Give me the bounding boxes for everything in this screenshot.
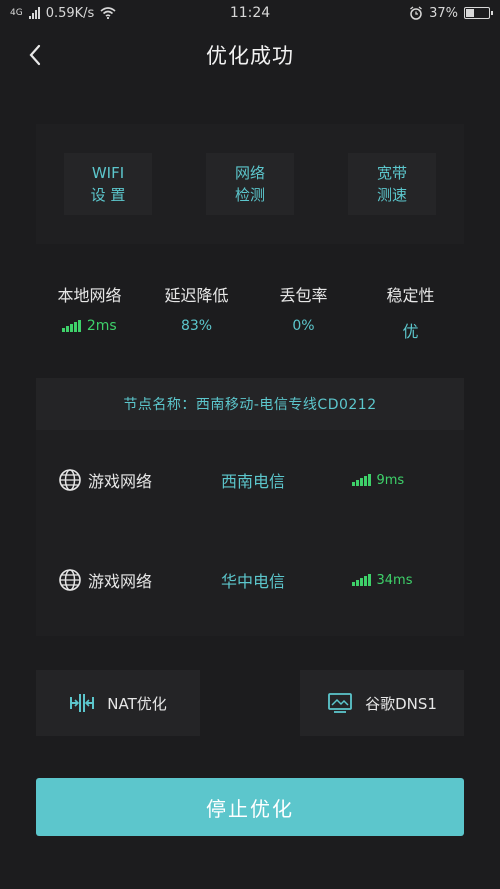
stat-local-network: 本地网络 2ms bbox=[36, 282, 143, 352]
stat-label: 稳定性 bbox=[386, 286, 435, 305]
page-title: 优化成功 bbox=[206, 44, 294, 68]
stat-value: 83% bbox=[180, 318, 213, 334]
tool-label-line2: 设 置 bbox=[90, 186, 126, 204]
node-title: 节点名称：西南移动-电信专线CD0212 bbox=[36, 378, 464, 430]
speed-test-button[interactable]: 宽带 测速 bbox=[348, 153, 436, 215]
route-row: 游戏网络 华中电信 34ms bbox=[36, 558, 464, 602]
screen: 4G 0.59K/s 11:24 37% 优化成功 WIFI 设 置 网络 检测… bbox=[0, 0, 500, 889]
route-isp: 华中电信 bbox=[221, 572, 286, 591]
nat-label: NAT优化 bbox=[107, 694, 167, 713]
stat-label: 延迟降低 bbox=[164, 286, 229, 305]
battery-level bbox=[466, 9, 474, 17]
header: 优化成功 bbox=[0, 26, 500, 84]
monitor-icon bbox=[328, 693, 352, 713]
local-latency: 2ms bbox=[86, 318, 117, 334]
stat-label: 丢包率 bbox=[279, 286, 328, 305]
google-dns-button[interactable]: 谷歌DNS1 bbox=[300, 670, 464, 736]
route-isp: 西南电信 bbox=[221, 472, 286, 491]
signal-bars-icon bbox=[352, 574, 371, 586]
stat-stability: 稳定性 优 bbox=[357, 282, 464, 352]
stat-latency-reduction: 延迟降低 83% bbox=[143, 282, 250, 352]
globe-icon bbox=[59, 469, 81, 491]
stat-value: 2ms bbox=[62, 318, 117, 334]
wifi-settings-button[interactable]: WIFI 设 置 bbox=[64, 153, 152, 215]
route-latency: 34ms bbox=[352, 573, 412, 588]
nat-icon bbox=[70, 694, 95, 712]
tools-panel: WIFI 设 置 网络 检测 宽带 测速 bbox=[36, 124, 464, 244]
back-button[interactable] bbox=[22, 42, 48, 68]
status-bar: 4G 0.59K/s 11:24 37% bbox=[0, 0, 500, 26]
route-latency-value: 34ms bbox=[376, 572, 413, 588]
stat-label: 本地网络 bbox=[57, 286, 122, 305]
signal-bars-icon bbox=[62, 320, 81, 332]
globe-icon bbox=[59, 569, 81, 591]
stat-value: 0% bbox=[292, 318, 315, 334]
stat-value: 优 bbox=[402, 322, 419, 341]
stop-optimize-button[interactable]: 停止优化 bbox=[36, 778, 464, 836]
chevron-left-icon bbox=[29, 44, 41, 66]
tool-label-line2: 测速 bbox=[376, 186, 407, 204]
signal-bars-icon bbox=[352, 474, 371, 486]
tool-label-line2: 检测 bbox=[234, 186, 265, 204]
battery-icon bbox=[464, 7, 493, 19]
route-row: 游戏网络 西南电信 9ms bbox=[36, 458, 464, 502]
route-latency-value: 9ms bbox=[376, 472, 405, 488]
route-label: 游戏网络 bbox=[88, 472, 153, 491]
dns-label: 谷歌DNS1 bbox=[365, 694, 437, 713]
status-time: 11:24 bbox=[229, 5, 271, 21]
node-panel: 节点名称：西南移动-电信专线CD0212 游戏网络 西南电信 9ms 游戏网络 … bbox=[36, 378, 464, 636]
stats-row: 本地网络 2ms 延迟降低 83% 丢包率 0% 稳定性 优 bbox=[36, 282, 464, 352]
route-latency: 9ms bbox=[352, 473, 404, 488]
route-label: 游戏网络 bbox=[88, 572, 153, 591]
stat-packet-loss: 丢包率 0% bbox=[250, 282, 357, 352]
tool-label-line1: WIFI bbox=[91, 164, 125, 182]
nat-optimize-button[interactable]: NAT优化 bbox=[36, 670, 200, 736]
tool-label-line1: 宽带 bbox=[376, 164, 407, 182]
tool-label-line1: 网络 bbox=[234, 164, 265, 182]
network-check-button[interactable]: 网络 检测 bbox=[206, 153, 294, 215]
